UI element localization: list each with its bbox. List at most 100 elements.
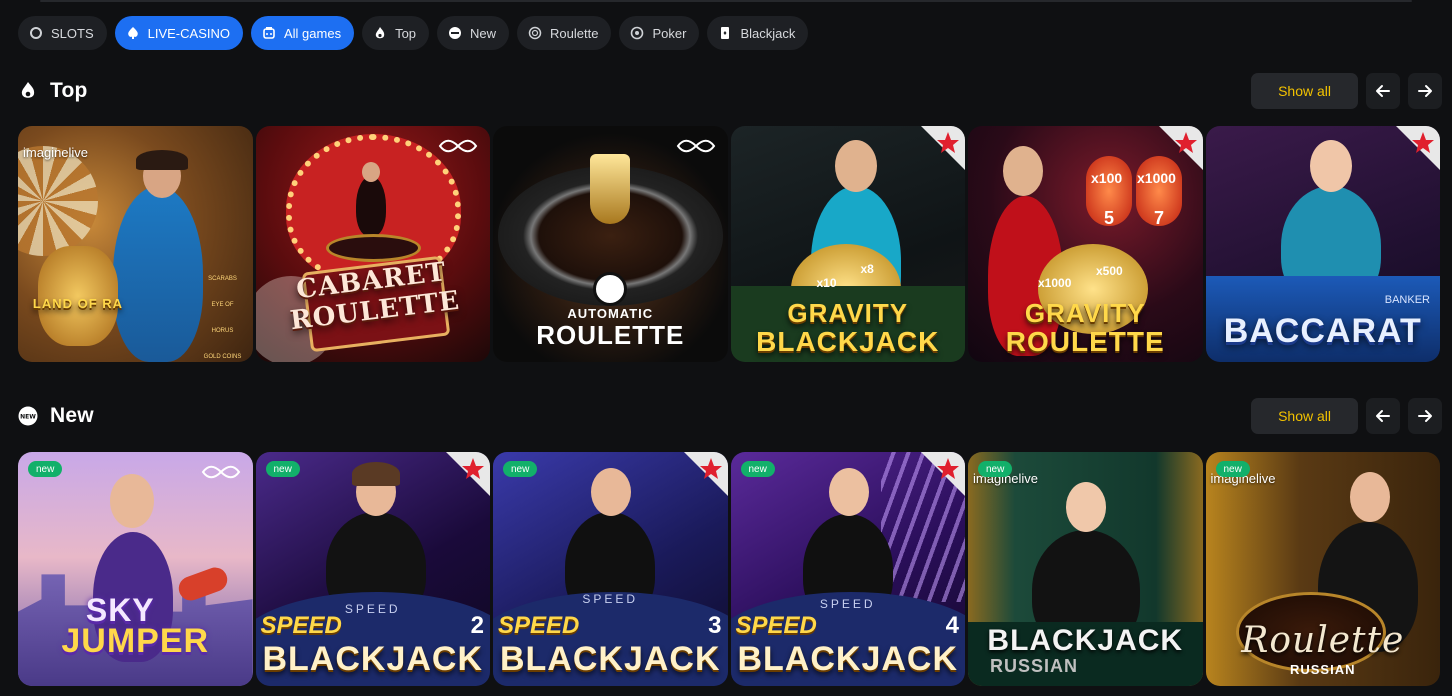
game-card-sky-jumper[interactable]: new SKY JUMPER [18, 452, 253, 686]
game-card-gravity-blackjack[interactable]: x10 x8 GRAVITY BLACKJACK [730, 126, 965, 362]
game-subtitle: RUSSIAN [990, 656, 1079, 676]
game-subtitle: BLACKJACK [499, 640, 721, 678]
multiplier: x8 [860, 262, 874, 276]
filter-poker[interactable]: Poker [619, 16, 700, 50]
featured-star-icon [1158, 126, 1203, 170]
game-title: SPEED [735, 612, 817, 639]
side-label: EYE OF HORUS [211, 302, 234, 334]
game-card-automatic-roulette[interactable]: AUTOMATIC ROULETTE [493, 126, 728, 362]
game-title: LAND OF RA [32, 296, 124, 311]
arrow-right-icon [1418, 410, 1432, 422]
svg-text:NEW: NEW [20, 414, 36, 421]
filter-label: New [470, 25, 497, 41]
category-filters: SLOTS LIVE-CASINO All games Top New Roul… [18, 16, 809, 50]
section-title: Top [50, 79, 88, 102]
arrow-left-icon [1376, 410, 1390, 422]
filter-label: LIVE-CASINO [147, 25, 230, 41]
new-badge: new [740, 461, 775, 477]
filter-label: All games [283, 25, 342, 41]
filter-label: Poker [652, 25, 687, 41]
featured-star-icon [446, 452, 490, 496]
game-card-roulette-russian[interactable]: imaginelive new Roulette RUSSIAN [1205, 452, 1440, 686]
side-label: GOLD COINS [203, 354, 242, 360]
game-card-speed-blackjack-3[interactable]: new SPEED SPEED 3 BLACKJACK [493, 452, 728, 686]
filter-live-casino[interactable]: LIVE-CASINO [114, 16, 243, 50]
provider-label: imaginelive [23, 145, 89, 160]
game-title: SPEED [260, 612, 342, 639]
featured-star-icon [1396, 126, 1440, 170]
filter-all-games[interactable]: All games [250, 16, 355, 50]
table-label: SPEED [819, 597, 876, 611]
filter-label: SLOTS [51, 25, 94, 41]
new-icon [448, 26, 462, 40]
game-card-speed-blackjack-2[interactable]: new SPEED SPEED 2 BLACKJACK [255, 452, 490, 686]
new-badge-icon: NEW [18, 406, 38, 426]
scroll-right-button[interactable] [1408, 73, 1442, 109]
game-card-land-of-ra[interactable]: imaginelive LAND OF RA SCARABS EYE OF HO… [18, 126, 253, 362]
new-badge: new [978, 461, 1013, 477]
game-title: BLACKJACK [987, 624, 1184, 657]
filter-new[interactable]: New [437, 16, 510, 50]
game-title: GRAVITY [1024, 298, 1146, 328]
provider-logo-icon [676, 139, 715, 153]
scroll-right-button[interactable] [1408, 398, 1442, 434]
arrow-right-icon [1418, 85, 1432, 97]
game-subtitle: BLACKJACK [756, 326, 940, 357]
filter-label: Roulette [550, 25, 599, 41]
scroll-left-button[interactable] [1366, 73, 1400, 109]
table-label: BANKER [1384, 294, 1430, 306]
poker-icon [630, 26, 644, 40]
section-title: New [50, 404, 94, 427]
multiplier: x10 [816, 276, 837, 290]
game-title: Roulette [1241, 620, 1405, 661]
game-card-cabaret-roulette[interactable]: CABARET ROULETTE [255, 126, 490, 362]
provider-logo-icon [438, 139, 478, 153]
game-title: BACCARAT [1223, 312, 1422, 350]
provider-logo-icon [201, 465, 240, 479]
featured-star-icon [683, 452, 728, 496]
table-label: SPEED [582, 592, 639, 606]
game-subtitle: BLACKJACK [737, 640, 959, 678]
game-card-baccarat[interactable]: BANKER BACCARAT [1205, 126, 1440, 362]
filter-label: Top [395, 25, 417, 41]
game-title: SPEED [498, 612, 580, 639]
new-games-row: new SKY JUMPER new SPEED SPEED 2 BLACKJA… [18, 452, 1442, 686]
game-card-speed-blackjack-4[interactable]: new SPEED SPEED 4 BLACKJACK [730, 452, 965, 686]
top-icon [373, 26, 387, 40]
new-badge: new [28, 461, 63, 477]
roulette-icon [528, 26, 542, 40]
roulette-number: 5 [1104, 208, 1115, 228]
show-all-button[interactable]: Show all [1251, 398, 1358, 434]
game-subtitle: ROULETTE [1005, 326, 1165, 357]
side-label: SCARABS [208, 276, 237, 282]
game-card-gravity-roulette[interactable]: x100 x1000 5 7 x1000 x500 GRAVITY ROULET… [968, 126, 1203, 362]
game-subtitle: RUSSIAN [1289, 662, 1356, 677]
filter-blackjack[interactable]: Blackjack [707, 16, 809, 50]
featured-star-icon [921, 452, 965, 496]
scroll-left-button[interactable] [1366, 398, 1400, 434]
game-subtitle: AUTOMATIC [567, 306, 654, 321]
filter-label: Blackjack [740, 25, 796, 41]
new-section-header: NEW New Show all [18, 398, 1442, 434]
multiplier: x500 [1096, 264, 1123, 278]
blackjack-icon [718, 26, 732, 40]
arrow-left-icon [1376, 85, 1390, 97]
game-title: GRAVITY [787, 298, 909, 328]
multiplier: x1000 [1137, 170, 1176, 186]
filter-top[interactable]: Top [362, 16, 430, 50]
new-badge: new [1215, 461, 1250, 477]
live-casino-icon [126, 26, 140, 40]
filter-roulette[interactable]: Roulette [517, 16, 612, 50]
game-number: 4 [945, 612, 959, 639]
all-games-icon [262, 26, 276, 40]
featured-star-icon [921, 126, 965, 170]
top-section-header: Top Show all [18, 73, 1442, 109]
top-games-row: imaginelive LAND OF RA SCARABS EYE OF HO… [18, 126, 1442, 362]
roulette-number: 7 [1154, 208, 1165, 228]
show-all-button[interactable]: Show all [1251, 73, 1358, 109]
game-card-blackjack-russian[interactable]: imaginelive new BLACKJACK RUSSIAN [968, 452, 1203, 686]
game-subtitle: JUMPER [61, 622, 210, 660]
game-subtitle: BLACKJACK [262, 640, 484, 678]
filter-slots[interactable]: SLOTS [18, 16, 107, 50]
multiplier: x100 [1091, 170, 1123, 186]
